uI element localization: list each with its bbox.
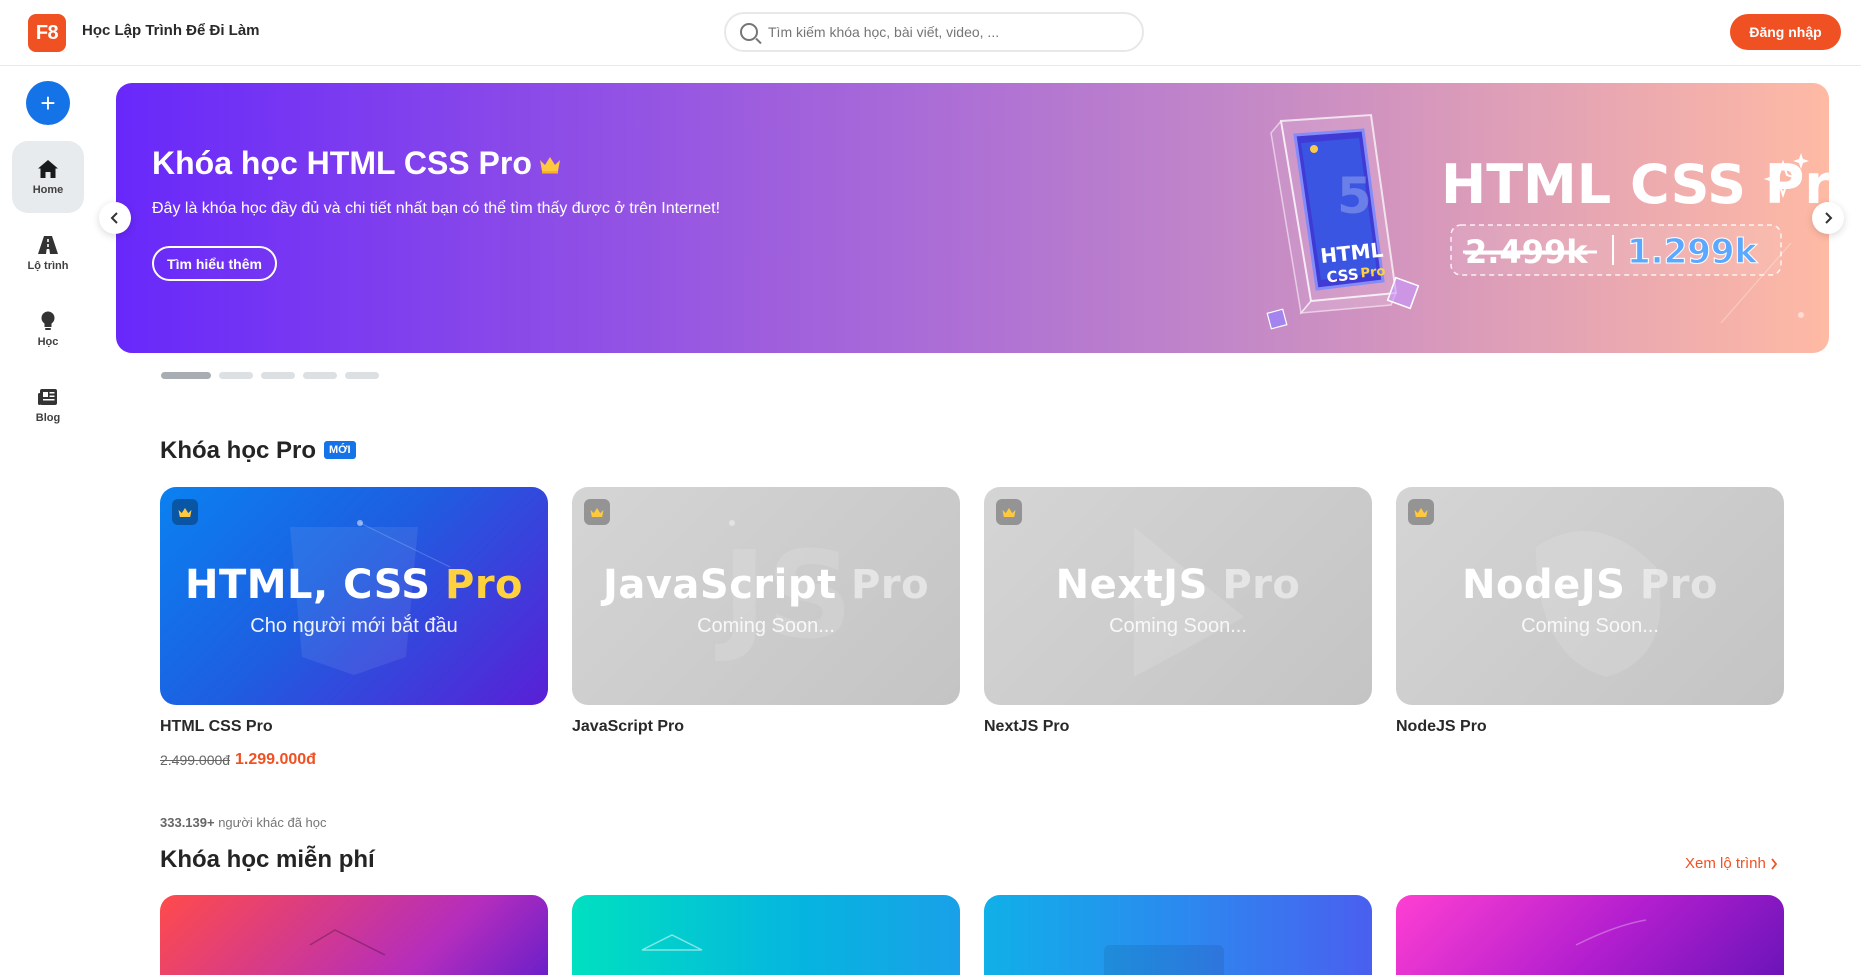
road-icon: [38, 235, 58, 255]
graphic-new-price: 1.299k: [1627, 232, 1759, 272]
course-card-nodejs-pro[interactable]: NodeJS Pro Coming Soon...: [1396, 487, 1784, 705]
sidebar-item-learn[interactable]: Học: [12, 293, 84, 365]
site-title: Học Lập Trình Để Đi Làm: [82, 22, 260, 39]
banner-title-text: Khóa học HTML CSS Pro: [152, 145, 532, 181]
sale-price: 1.299.000đ: [235, 751, 316, 768]
sidebar-item-label: Home: [32, 183, 64, 196]
book-line-3: Pro: [1360, 264, 1386, 282]
card-art-subtitle: Cho người mới bắt đầu: [250, 615, 458, 637]
free-course-card[interactable]: [160, 895, 548, 975]
view-roadmap-link[interactable]: Xem lộ trình: [1685, 855, 1778, 872]
free-course-card[interactable]: [1396, 895, 1784, 975]
learn-more-button[interactable]: Tìm hiểu thêm: [152, 246, 277, 281]
card-art-subtitle: Coming Soon...: [697, 615, 835, 637]
card-art-subtitle: Coming Soon...: [1521, 615, 1659, 637]
banner-next-button[interactable]: [1812, 202, 1844, 234]
header: F8 Học Lập Trình Để Đi Làm Đăng nhập: [0, 0, 1861, 66]
sidebar-item-blog[interactable]: Blog: [12, 369, 84, 441]
newspaper-icon: [38, 387, 58, 407]
sidebar-item-home[interactable]: Home: [12, 141, 84, 213]
course-name[interactable]: NodeJS Pro: [1396, 718, 1487, 736]
course-card-html-css-pro[interactable]: HTML, CSS Pro Cho người mới bắt đầu: [160, 487, 548, 705]
old-price: 2.499.000đ: [160, 752, 231, 768]
course-card-javascript-pro[interactable]: JS JavaScript Pro Coming Soon...: [572, 487, 960, 705]
lightbulb-icon: [38, 311, 58, 331]
crown-icon: [584, 499, 610, 525]
graphic-title: HTML CSS Pro: [1441, 153, 1829, 216]
free-course-card[interactable]: [984, 895, 1372, 975]
home-icon: [38, 159, 58, 179]
pro-section-title: Khóa học Pro: [160, 437, 317, 464]
slide-dot[interactable]: [345, 372, 379, 379]
slide-dot[interactable]: [303, 372, 337, 379]
book-number: 5: [1337, 167, 1372, 225]
create-button[interactable]: +: [26, 81, 70, 125]
course-name[interactable]: HTML CSS Pro: [160, 718, 273, 736]
book-line-2: CSS: [1326, 265, 1360, 286]
chevron-right-icon: [1825, 212, 1833, 224]
chevron-left-icon: [110, 212, 118, 224]
slide-dot[interactable]: [161, 372, 211, 379]
banner-prev-button[interactable]: [99, 202, 131, 234]
banner-title: Khóa học HTML CSS Pro: [152, 145, 562, 182]
view-roadmap-label: Xem lộ trình: [1685, 855, 1766, 872]
course-name[interactable]: JavaScript Pro: [572, 718, 684, 736]
crown-icon: [538, 145, 562, 182]
search-input[interactable]: [768, 24, 1128, 40]
card-art-subtitle: Coming Soon...: [1109, 615, 1247, 637]
card-art-title: NodeJS Pro: [1462, 562, 1718, 608]
crown-icon: [1408, 499, 1434, 525]
card-art-title: JavaScript Pro: [602, 562, 930, 608]
crown-icon: [996, 499, 1022, 525]
banner-graphic: 5 HTML CSS Pro HTML CSS Pro 2.499k 1.299…: [1266, 113, 1829, 330]
slide-dot[interactable]: [261, 372, 295, 379]
sidebar: + Home Lộ trình Học Blog: [0, 66, 96, 959]
hero-banner: Khóa học HTML CSS Pro Đây là khóa học đầ…: [116, 83, 1829, 353]
card-art-title: NextJS Pro: [1055, 562, 1301, 608]
sidebar-item-label: Lộ trình: [27, 259, 69, 272]
search-bar[interactable]: [724, 12, 1144, 52]
login-button[interactable]: Đăng nhập: [1730, 14, 1841, 50]
sidebar-item-roadmap[interactable]: Lộ trình: [12, 217, 84, 289]
free-course-card[interactable]: [572, 895, 960, 975]
f8-logo[interactable]: F8: [28, 14, 66, 52]
course-name[interactable]: NextJS Pro: [984, 718, 1069, 736]
slide-indicator: [161, 372, 379, 379]
learners-count: 333.139+ người khác đã học: [160, 815, 327, 830]
crown-icon: [172, 499, 198, 525]
sidebar-item-label: Blog: [35, 411, 61, 424]
sidebar-item-label: Học: [37, 335, 59, 348]
plus-icon: +: [40, 88, 56, 118]
slide-dot[interactable]: [219, 372, 253, 379]
chevron-right-icon: [1771, 857, 1778, 870]
free-section-title: Khóa học miễn phí: [160, 846, 375, 873]
card-art-title: HTML, CSS Pro: [184, 562, 524, 608]
banner-description: Đây là khóa học đầy đủ và chi tiết nhất …: [152, 200, 721, 217]
new-badge: MỚI: [324, 441, 356, 459]
course-card-nextjs-pro[interactable]: NextJS Pro Coming Soon...: [984, 487, 1372, 705]
search-icon: [740, 23, 758, 41]
